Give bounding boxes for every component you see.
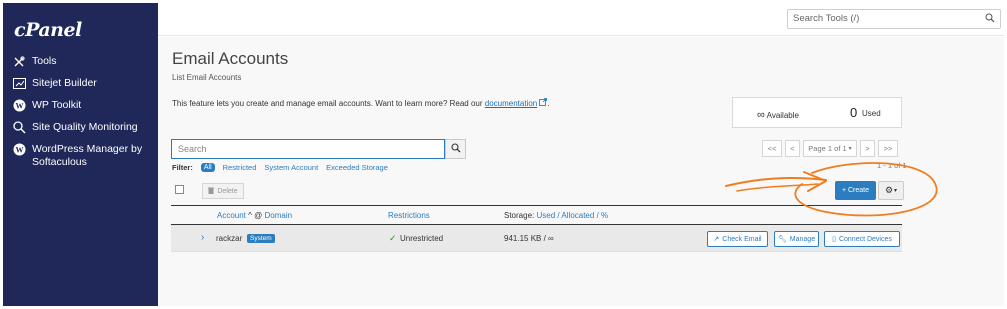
connect-devices-label: Connect Devices	[838, 235, 892, 243]
header-slash: /	[596, 211, 599, 220]
filter-option-restricted[interactable]: Restricted	[223, 163, 257, 172]
search-icon	[450, 140, 461, 158]
sidebar-item-tools[interactable]: Tools	[12, 55, 157, 68]
header-restrictions[interactable]: Restrictions	[388, 211, 430, 220]
header-storage: Storage: Used / Allocated / %	[504, 211, 608, 220]
check-email-button[interactable]: ↗ Check Email	[707, 231, 768, 247]
infinity-symbol: ∞	[757, 109, 765, 121]
used-label: Used	[862, 109, 881, 118]
gear-icon: ⚙	[884, 185, 894, 195]
expand-chevron-icon[interactable]: ›	[201, 232, 204, 243]
table-row: › rackzar System ✓ Unrestricted 941.15 K…	[171, 225, 902, 252]
search-tools-placeholder: Search Tools (/)	[793, 13, 860, 24]
wordpress-icon: W	[12, 143, 26, 156]
select-all-checkbox[interactable]	[175, 185, 184, 194]
cpanel-logo[interactable]: cPanel	[14, 19, 82, 41]
available-stat: ∞ Available	[757, 109, 799, 121]
manage-label: Manage	[789, 235, 816, 243]
sort-up-icon: ^	[248, 211, 252, 220]
create-button[interactable]: + Create	[835, 181, 876, 200]
wrench-icon: 🔧︎	[777, 236, 787, 243]
search-button[interactable]	[445, 139, 466, 159]
page-select[interactable]: Page 1 of 1 ▾	[803, 140, 857, 157]
sidebar-item-sitejet[interactable]: Sitejet Builder	[12, 77, 157, 90]
system-badge: System	[247, 234, 275, 243]
filter-label: Filter:	[172, 163, 193, 172]
delete-label: Delete	[217, 187, 238, 195]
external-link-icon: ↗	[713, 236, 720, 243]
filter-option-all[interactable]: All	[200, 163, 215, 172]
sidebar: cPanel Tools Sitejet Builder W WP Toolki…	[3, 3, 158, 306]
delete-button[interactable]: Delete	[202, 183, 244, 199]
header-percent[interactable]: %	[601, 211, 608, 220]
page-label: Page 1 of 1	[808, 144, 847, 153]
caret-down-icon: ▾	[848, 146, 852, 152]
device-icon: ▯	[832, 236, 836, 243]
restriction-status: Unrestricted	[400, 234, 444, 243]
intro-text-end: .	[547, 99, 550, 108]
svg-text:W: W	[15, 146, 23, 155]
stats-panel: ∞ Available 0 Used	[732, 97, 902, 128]
sidebar-item-label: WP Toolkit	[32, 99, 82, 111]
documentation-link[interactable]: documentation	[485, 99, 537, 108]
sidebar-item-wp-toolkit[interactable]: W WP Toolkit	[12, 99, 157, 112]
search-placeholder: Search	[178, 144, 207, 154]
intro-text: This feature lets you create and manage …	[172, 98, 550, 108]
prev-page-button[interactable]: <	[785, 140, 800, 157]
used-count: 0	[850, 105, 858, 120]
page-title: Email Accounts	[172, 49, 289, 68]
sidebar-item-wordpress-manager[interactable]: W WordPress Manager by Softaculous	[12, 143, 157, 169]
available-label: Available	[766, 111, 799, 120]
header-account-label: Account	[217, 211, 246, 220]
header-slash: /	[557, 211, 560, 220]
table-header: Account ^ @ Domain Restrictions Storage:…	[171, 205, 902, 225]
caret-down-icon: ▾	[894, 188, 898, 194]
sidebar-item-site-quality[interactable]: Site Quality Monitoring	[12, 121, 157, 134]
email-search-input[interactable]: Search	[171, 139, 445, 159]
last-page-button[interactable]: >>	[878, 140, 898, 157]
sidebar-item-label: Tools	[32, 55, 57, 67]
connect-devices-button[interactable]: ▯ Connect Devices	[824, 231, 900, 247]
filter-option-system-account[interactable]: System Account	[264, 163, 318, 172]
sidebar-nav: Tools Sitejet Builder W WP Toolkit Site …	[12, 55, 157, 178]
filter-option-exceeded-storage[interactable]: Exceeded Storage	[326, 163, 388, 172]
filter-bar: Filter: All Restricted System Account Ex…	[172, 163, 388, 172]
check-email-label: Check Email	[722, 235, 762, 243]
search-icon[interactable]	[985, 13, 995, 26]
header-used[interactable]: Used	[536, 211, 555, 220]
svg-text:W: W	[15, 102, 23, 111]
header-at-label: @	[254, 211, 263, 220]
sidebar-item-label: WordPress Manager by Softaculous	[32, 143, 143, 168]
sidebar-item-label: Site Quality Monitoring	[32, 121, 138, 133]
header-storage-label: Storage:	[504, 211, 535, 220]
header-domain-label: Domain	[264, 211, 293, 220]
intro-text-body: This feature lets you create and manage …	[172, 99, 485, 108]
next-page-button[interactable]: >	[860, 140, 875, 157]
header-allocated[interactable]: Allocated	[561, 211, 594, 220]
pagination: << < Page 1 of 1 ▾ > >>	[762, 140, 898, 157]
settings-dropdown-button[interactable]: ⚙ ▾	[878, 181, 904, 200]
main-content: Email Accounts List Email Accounts This …	[158, 37, 1004, 306]
sidebar-item-label: Sitejet Builder	[32, 77, 97, 89]
account-name: rackzar	[216, 234, 243, 243]
storage-usage: 941.15 KB / ∞	[504, 234, 554, 243]
check-icon: ✓	[389, 233, 397, 243]
page-subtitle: List Email Accounts	[172, 73, 242, 82]
result-count: 1 - 1 of 1	[877, 161, 907, 170]
manage-button[interactable]: 🔧︎ Manage	[774, 231, 819, 247]
sitejet-icon	[12, 77, 26, 90]
search-tools-input[interactable]: Search Tools (/)	[787, 9, 1001, 29]
magnify-icon	[12, 121, 26, 134]
header-account[interactable]: Account ^ @ Domain	[217, 211, 292, 220]
first-page-button[interactable]: <<	[762, 140, 782, 157]
tools-icon	[12, 55, 26, 68]
trash-icon	[208, 187, 215, 196]
wordpress-icon: W	[12, 99, 26, 112]
topbar: Search Tools (/)	[158, 3, 1004, 36]
accounts-table: Account ^ @ Domain Restrictions Storage:…	[171, 205, 902, 252]
